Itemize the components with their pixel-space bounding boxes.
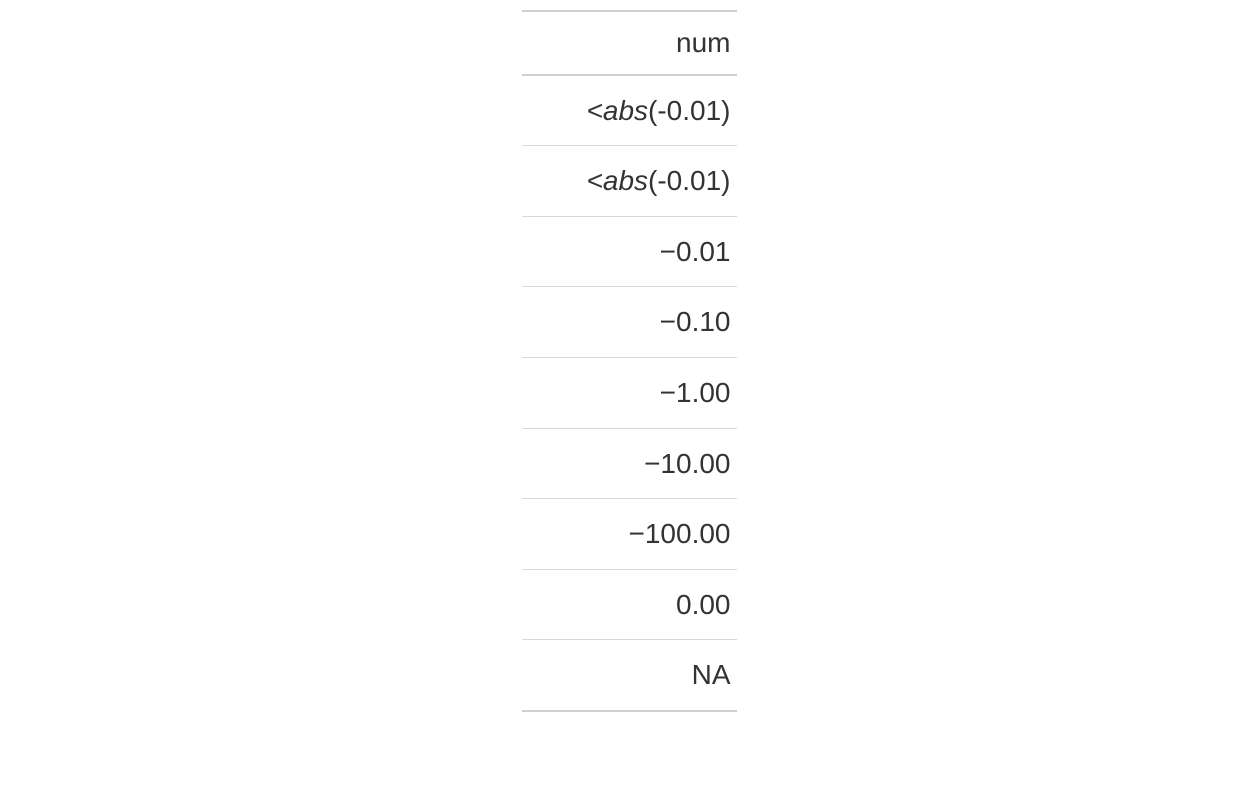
table-row: <abs(-0.01): [522, 75, 737, 146]
abs-paren: (-0.01): [648, 165, 730, 196]
cell-value: −0.10: [522, 287, 737, 358]
cell-value: <abs(-0.01): [522, 75, 737, 146]
table-row: −1.00: [522, 357, 737, 428]
table-body: <abs(-0.01) <abs(-0.01) −0.01 −0.10 −1.0…: [522, 75, 737, 711]
cell-value: 0.00: [522, 569, 737, 640]
table-row: −0.01: [522, 216, 737, 287]
table-row: 0.00: [522, 569, 737, 640]
numeric-table: num <abs(-0.01) <abs(-0.01) −0.01 −0.10 …: [522, 10, 737, 712]
table-row: NA: [522, 640, 737, 711]
column-header-num: num: [522, 11, 737, 75]
cell-value: −0.01: [522, 216, 737, 287]
abs-prefix: <abs: [587, 165, 649, 196]
abs-prefix: <abs: [587, 95, 649, 126]
cell-value: <abs(-0.01): [522, 146, 737, 217]
table-row: <abs(-0.01): [522, 146, 737, 217]
table-row: −10.00: [522, 428, 737, 499]
cell-value: −1.00: [522, 357, 737, 428]
cell-value: −100.00: [522, 499, 737, 570]
table-row: −0.10: [522, 287, 737, 358]
table-row: −100.00: [522, 499, 737, 570]
cell-value: −10.00: [522, 428, 737, 499]
cell-value: NA: [522, 640, 737, 711]
abs-paren: (-0.01): [648, 95, 730, 126]
